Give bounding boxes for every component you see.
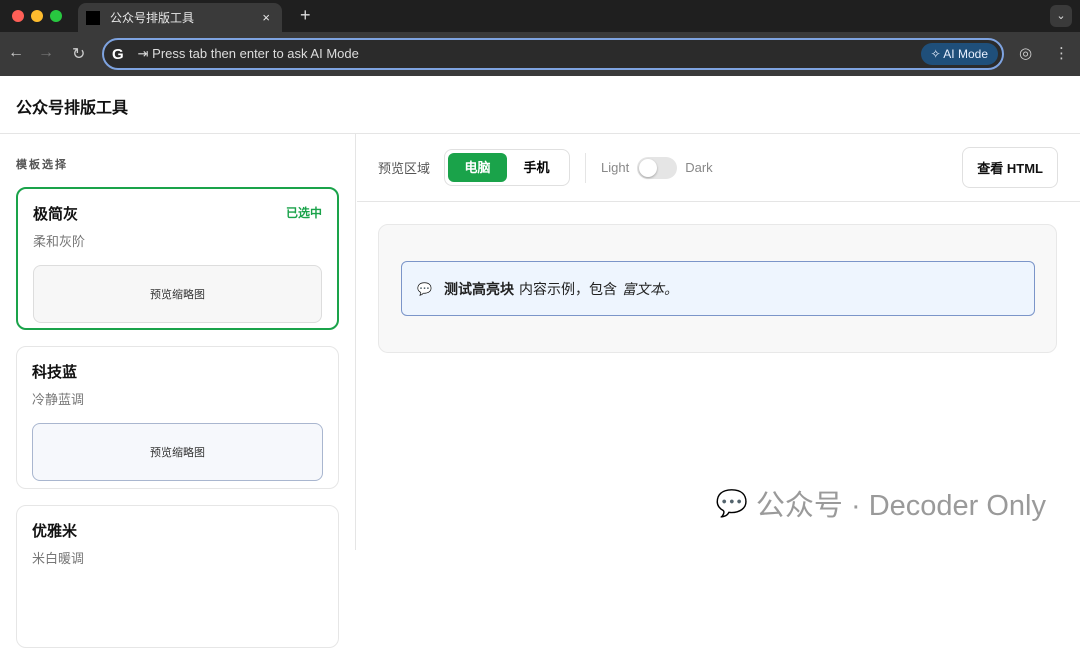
template-card-blue[interactable]: 科技蓝 冷静蓝调 预览缩略图 (16, 346, 339, 489)
speech-bubble-icon: 💬 (417, 281, 432, 296)
minimize-window-button[interactable] (31, 10, 43, 22)
device-mobile-button[interactable]: 手机 (507, 153, 566, 182)
template-desc: 米白暖调 (32, 551, 85, 566)
tab-close-icon[interactable]: × (262, 10, 270, 25)
template-thumbnail: 预览缩略图 (32, 423, 323, 481)
google-icon: G (112, 45, 124, 63)
menu-icon[interactable]: ⋮ (1054, 44, 1069, 62)
address-bar[interactable]: G ⇥ Press tab then enter to ask AI Mode ✧ … (102, 38, 1004, 70)
device-desktop-button[interactable]: 电脑 (448, 153, 508, 182)
template-card-beige[interactable]: 优雅米 米白暖调 (16, 505, 339, 648)
template-card-gray[interactable]: 极简灰 已选中 柔和灰阶 预览缩略图 (16, 187, 339, 330)
browser-toolbar: ← → ↻ G ⇥ Press tab then enter to ask AI … (0, 32, 1080, 76)
profile-icon[interactable]: ◎ (1019, 44, 1032, 62)
forward-icon[interactable]: → (38, 44, 54, 62)
preview-label: 预览区域 (378, 161, 431, 176)
new-tab-button[interactable]: + (300, 5, 311, 26)
divider (585, 152, 587, 183)
device-toggle: 电脑 手机 (444, 149, 571, 186)
browser-tab[interactable]: 公众号排版工具 × (78, 3, 282, 32)
ai-mode-label: AI Mode (943, 47, 988, 61)
wechat-icon: 💬 (715, 487, 748, 518)
template-name: 优雅米 (32, 523, 78, 540)
toggle-knob (639, 158, 658, 177)
back-icon[interactable]: ← (8, 44, 24, 62)
theme-toggle[interactable] (637, 156, 678, 179)
page-title: 公众号排版工具 (0, 76, 1080, 134)
tab-search-chevron-icon[interactable]: ⌄ (1050, 5, 1072, 27)
highlight-italic: 富文本。 (621, 280, 678, 297)
view-html-button[interactable]: 查看 HTML (962, 147, 1058, 188)
highlight-bold: 测试高亮块 (443, 280, 514, 297)
section-title: 模板选择 (16, 159, 68, 171)
tab-title: 公众号排版工具 (110, 11, 195, 25)
sidebar: 模板选择 极简灰 已选中 柔和灰阶 预览缩略图 科技蓝 冷静蓝调 预览缩略图 优… (0, 134, 356, 648)
template-thumbnail: 预览缩略图 (33, 265, 322, 323)
light-label: Light (601, 160, 630, 175)
preview-toolbar: 预览区域 电脑 手机 Light Dark 查看 HTML (357, 134, 1080, 202)
template-desc: 柔和灰阶 (33, 234, 86, 249)
watermark: 💬 公众号 · Decoder Only (716, 482, 1046, 524)
favicon-icon (86, 10, 100, 25)
template-desc: 冷静蓝调 (32, 392, 85, 407)
selected-badge: 已选中 (285, 206, 322, 220)
reload-icon[interactable]: ↻ (72, 44, 85, 64)
highlight-block: 💬 测试高亮块 内容示例，包含 富文本。 (401, 261, 1035, 316)
template-name: 极简灰 (33, 206, 79, 223)
browser-titlebar: 公众号排版工具 × + ⌄ (0, 0, 1080, 32)
maximize-window-button[interactable] (50, 10, 62, 22)
highlight-text: 内容示例，包含 (518, 280, 617, 297)
template-name: 科技蓝 (32, 364, 78, 381)
close-window-button[interactable] (12, 10, 24, 22)
preview-area: 💬 测试高亮块 内容示例，包含 富文本。 (378, 224, 1057, 353)
watermark-text: 公众号 · Decoder Only (755, 490, 1046, 522)
omnibox-text: ⇥ Press tab then enter to ask AI Mode (137, 46, 359, 61)
dark-label: Dark (685, 160, 713, 175)
ai-mode-button[interactable]: ✧ AI Mode (920, 43, 998, 65)
